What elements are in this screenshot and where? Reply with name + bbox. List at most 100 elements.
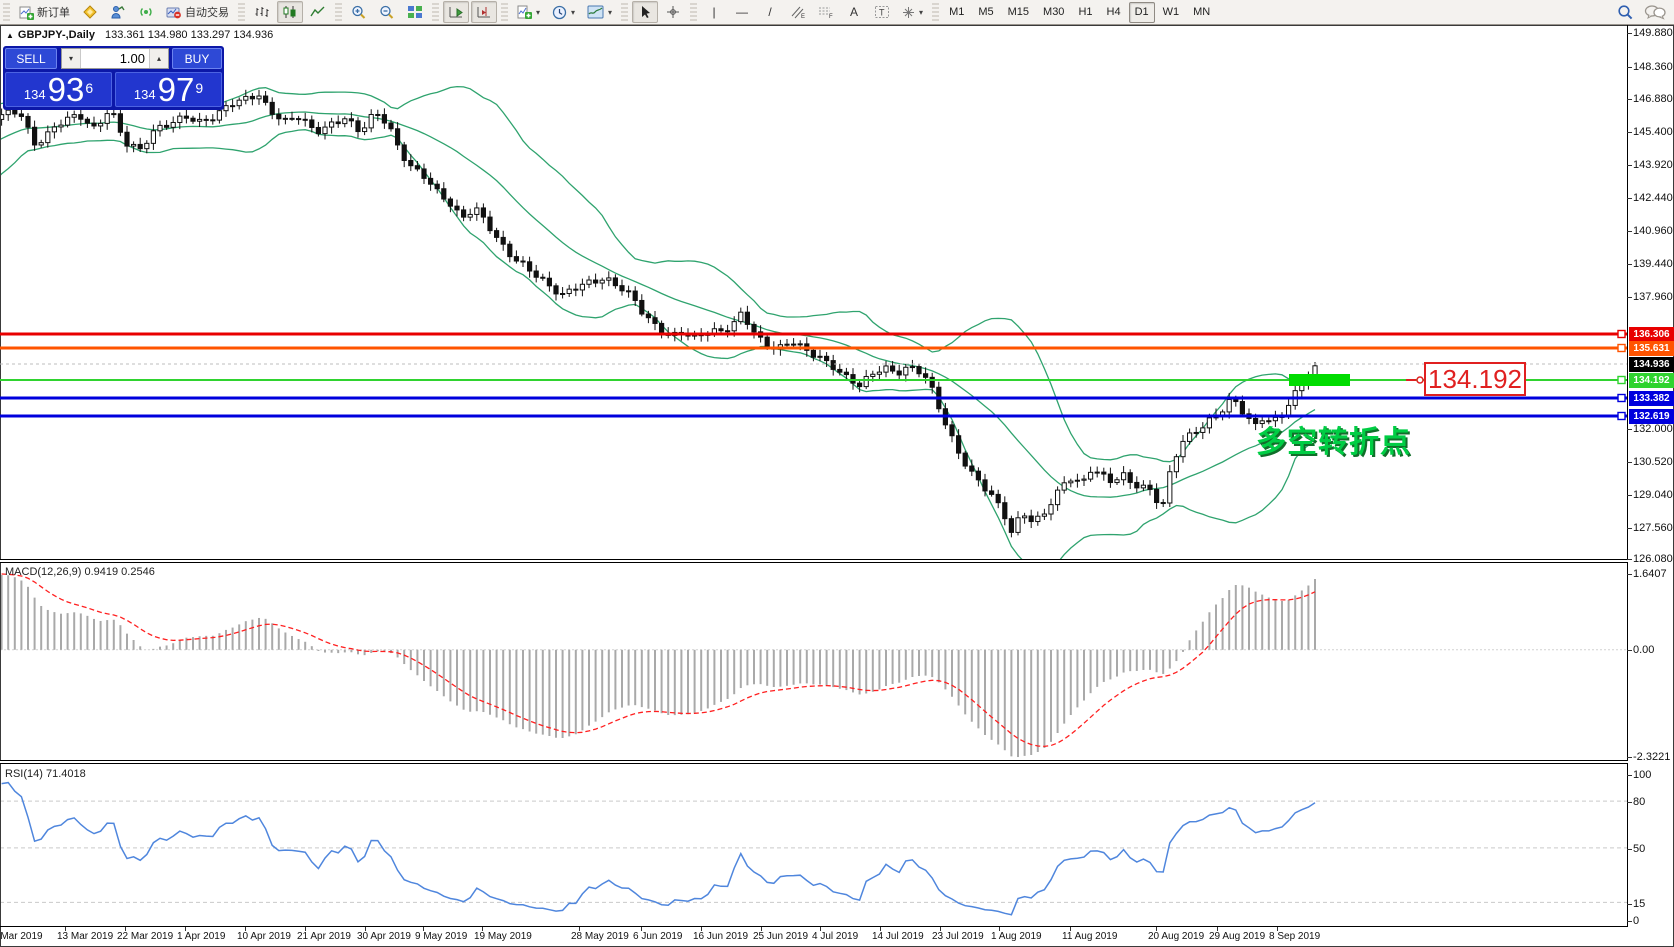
chart-window[interactable] (0, 25, 1674, 947)
chevron-down-icon: ▾ (608, 7, 613, 17)
price-tick-mark (1627, 132, 1632, 133)
volume-stepper: ▾ ▴ (61, 48, 169, 69)
template-icon (587, 5, 604, 19)
price-tick-label: 126.080 (1633, 553, 1673, 565)
auto-trading-button[interactable]: 自动交易 (161, 1, 234, 23)
date-label: 29 Aug 2019 (1209, 931, 1266, 942)
auto-scroll-button[interactable] (443, 1, 469, 23)
fibonacci-tool[interactable]: F (813, 1, 839, 23)
sell-price-small: 134 (23, 87, 46, 102)
date-label: 16 Jun 2019 (693, 931, 749, 942)
timeframe-m15[interactable]: M15 (1002, 2, 1035, 23)
date-label: 25 Jun 2019 (753, 931, 809, 942)
volume-increase-button[interactable]: ▴ (149, 49, 168, 68)
date-label: 23 Jul 2019 (932, 931, 984, 942)
text-tool[interactable]: A (841, 1, 867, 23)
timeframe-h4[interactable]: H4 (1101, 2, 1127, 23)
date-label: 14 Jul 2019 (872, 931, 924, 942)
price-tick-label: 143.920 (1633, 159, 1673, 171)
timeframe-bar: M1 M5 M15 M30 H1 H4 D1 W1 MN (942, 1, 1217, 23)
main-macd-separator[interactable] (0, 559, 1628, 563)
search-icon[interactable] (1617, 4, 1634, 21)
collapse-arrow-icon[interactable]: ▲ (6, 31, 14, 40)
timeframe-m30[interactable]: M30 (1037, 2, 1070, 23)
sell-price-tile[interactable]: 134 93 6 (5, 72, 112, 107)
rsi-tick-label: 50 (1633, 843, 1646, 855)
cursor-icon (641, 6, 650, 18)
buy-price-big: 97 (157, 71, 195, 108)
text-label-tool[interactable]: T (869, 1, 895, 23)
cursor-button[interactable] (632, 1, 659, 23)
bar-chart-button[interactable] (249, 1, 275, 23)
date-label: 1 Aug 2019 (991, 931, 1042, 942)
periods-button[interactable]: ▾ (547, 1, 580, 23)
rsi-tick-label: 100 (1633, 769, 1652, 781)
price-level-tag: 134.936 (1629, 356, 1674, 372)
timeframe-w1[interactable]: W1 (1157, 2, 1186, 23)
price-level-tag: 132.619 (1629, 408, 1674, 424)
market-watch-button[interactable] (105, 1, 131, 23)
line-chart-button[interactable] (305, 1, 331, 23)
clock-icon (552, 5, 567, 19)
cn-annotation[interactable]: 多空转折点 (1256, 417, 1411, 461)
chart-shift-button[interactable] (471, 1, 497, 23)
channel-tool[interactable]: E (785, 1, 811, 23)
arrows-tool[interactable]: ▾ (897, 1, 928, 23)
templates-button[interactable]: ▾ (582, 1, 617, 23)
timeframe-h1[interactable]: H1 (1072, 2, 1098, 23)
timeframe-mn[interactable]: MN (1187, 2, 1216, 23)
mt4-window: 新订单 自动交易 ▾ ▾ ▾ | — / E F A T ▾ M1 M5 M15… (0, 0, 1674, 947)
date-label: 13 Mar 2019 (57, 931, 114, 942)
timeframe-m1[interactable]: M1 (943, 2, 970, 23)
zoom-in-icon (352, 5, 366, 19)
sell-button[interactable]: SELL (5, 48, 57, 69)
new-order-button[interactable]: 新订单 (14, 1, 75, 23)
sell-price-big: 93 (47, 71, 85, 108)
crosshair-button[interactable] (660, 1, 686, 23)
sell-price-sup: 6 (85, 80, 94, 96)
toolbar-grip (432, 3, 439, 21)
tile-windows-button[interactable] (402, 1, 428, 23)
chat-icon[interactable] (1644, 4, 1666, 20)
toolbar-grip (335, 3, 342, 21)
zoom-out-button[interactable] (374, 1, 400, 23)
indicators-button[interactable]: ▾ (512, 1, 545, 23)
zoom-in-button[interactable] (346, 1, 372, 23)
alert-icon (83, 5, 97, 19)
price-tick-mark (1627, 33, 1632, 34)
buy-price-sup: 9 (195, 80, 204, 96)
signals-icon (140, 8, 152, 16)
market-watch-icon (111, 6, 125, 19)
price-alert-button[interactable] (77, 1, 103, 23)
volume-input[interactable] (81, 49, 149, 68)
macd-label: MACD(12,26,9) 0.9419 0.2546 (5, 566, 155, 578)
new-order-label: 新订单 (37, 7, 70, 19)
price-callout[interactable]: 134.192 (1424, 362, 1526, 396)
price-axis-line (1627, 25, 1628, 926)
svg-text:F: F (829, 14, 833, 19)
price-level-tag: 135.631 (1629, 340, 1674, 356)
rsi-label: RSI(14) 71.4018 (5, 768, 86, 780)
horizontal-line-icon: — (736, 5, 749, 19)
timeframe-m5[interactable]: M5 (972, 2, 999, 23)
channel-icon: E (791, 6, 805, 19)
date-label: 28 May 2019 (571, 931, 629, 942)
signals-button[interactable] (133, 1, 159, 23)
horizontal-line-tool[interactable]: — (729, 1, 755, 23)
trendline-tool[interactable]: / (757, 1, 783, 23)
chevron-down-icon: ▾ (536, 7, 541, 17)
vertical-line-tool[interactable]: | (701, 1, 727, 23)
price-tick-mark (1627, 264, 1632, 265)
buy-price-tile[interactable]: 134 97 9 (115, 72, 222, 107)
buy-button[interactable]: BUY (172, 48, 222, 69)
toolbar-grip (501, 3, 508, 21)
tile-windows-icon (408, 6, 422, 18)
macd-rsi-separator[interactable] (0, 760, 1628, 764)
price-tick-mark (1627, 429, 1632, 430)
price-tick-label: 129.040 (1633, 489, 1673, 501)
rsi-tick-mark (1627, 921, 1632, 922)
candlestick-chart-button[interactable] (277, 1, 303, 23)
chart-shift-icon (477, 7, 490, 18)
volume-decrease-button[interactable]: ▾ (62, 49, 81, 68)
timeframe-d1[interactable]: D1 (1128, 1, 1155, 23)
